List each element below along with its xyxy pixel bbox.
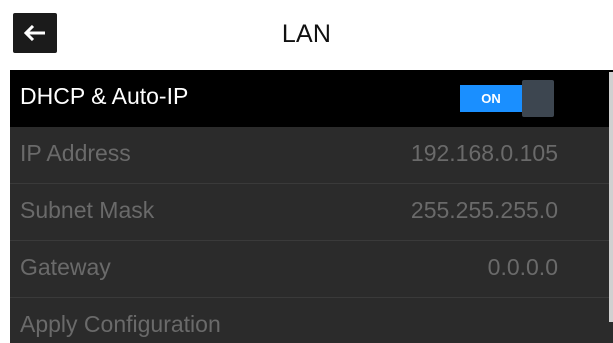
gateway-value: 0.0.0.0 <box>487 254 558 280</box>
gateway-row[interactable]: Gateway 0.0.0.0 <box>10 241 613 298</box>
dhcp-label: DHCP & Auto-IP <box>20 83 189 109</box>
settings-list: DHCP & Auto-IP ON IP Address 192.168.0.1… <box>10 70 613 343</box>
header-bar: LAN <box>0 0 613 66</box>
subnet-mask-row[interactable]: Subnet Mask 255.255.255.0 <box>10 184 613 241</box>
scrollbar[interactable] <box>609 72 613 322</box>
ip-address-label: IP Address <box>20 140 131 166</box>
page-title: LAN <box>281 20 332 48</box>
subnet-mask-label: Subnet Mask <box>20 197 155 223</box>
lan-settings-screen: LAN DHCP & Auto-IP ON IP Address 192.168… <box>0 0 613 343</box>
dhcp-toggle[interactable]: ON <box>460 80 555 117</box>
apply-configuration-label: Apply Configuration <box>20 311 221 337</box>
ip-address-row[interactable]: IP Address 192.168.0.105 <box>10 127 613 184</box>
dhcp-row[interactable]: DHCP & Auto-IP ON <box>10 70 613 127</box>
gateway-label: Gateway <box>20 254 111 280</box>
toggle-on-label: ON <box>460 85 522 112</box>
ip-address-value: 192.168.0.105 <box>410 140 558 166</box>
toggle-knob[interactable] <box>522 80 554 117</box>
subnet-mask-value: 255.255.255.0 <box>410 197 558 223</box>
apply-configuration-row[interactable]: Apply Configuration <box>10 298 613 343</box>
